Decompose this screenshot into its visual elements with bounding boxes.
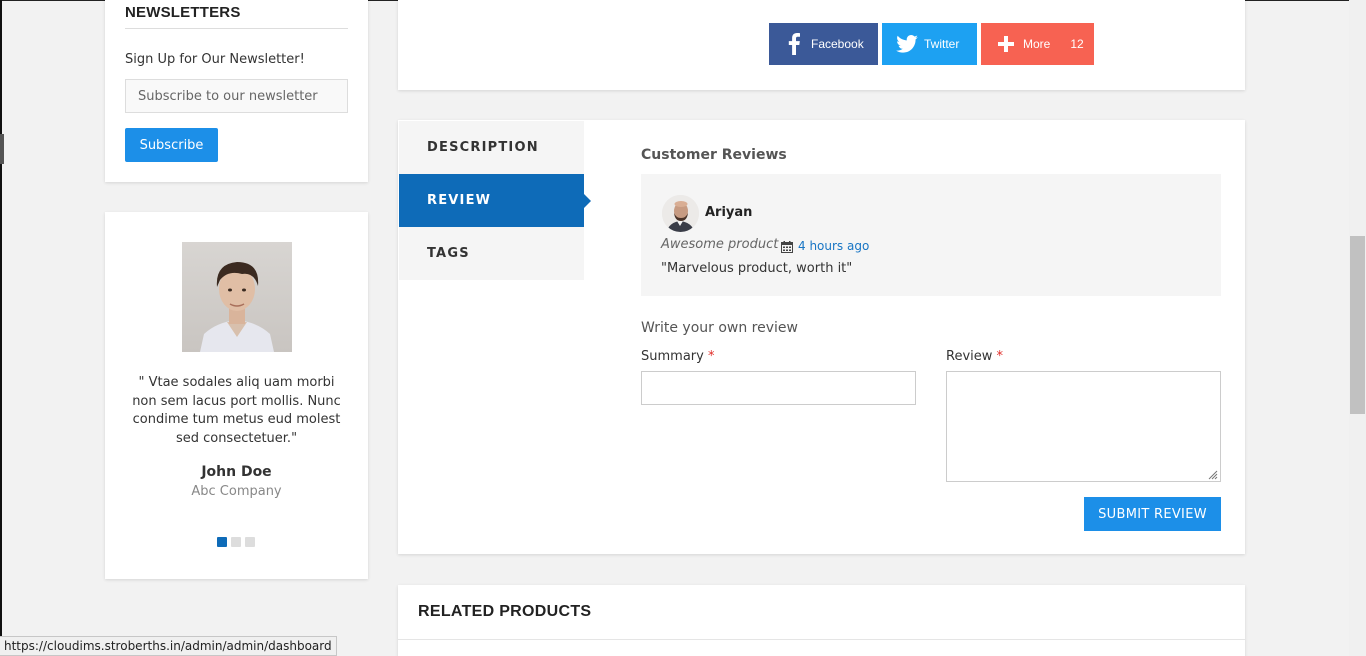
testimonial-block: " Vtae sodales aliq uam morbi non sem la… — [105, 212, 368, 579]
related-divider — [398, 639, 1245, 640]
tab-list: DESCRIPTION REVIEW TAGS — [399, 121, 591, 280]
testimonial-quote: " Vtae sodales aliq uam morbi non sem la… — [132, 375, 341, 446]
more-label: More — [1023, 37, 1051, 51]
review-textarea[interactable] — [946, 371, 1221, 482]
resize-grip-icon[interactable] — [1206, 467, 1218, 485]
pager-dot[interactable] — [245, 537, 255, 547]
reviewer-avatar — [662, 195, 699, 232]
more-share-button[interactable]: More 12 — [981, 23, 1094, 65]
left-edge-handle — [0, 134, 4, 164]
facebook-label: Facebook — [811, 37, 864, 51]
tab-tags[interactable]: TAGS — [399, 227, 584, 280]
link-status-url: https://cloudims.stroberths.in/admin/adm… — [0, 636, 337, 656]
scrollbar-thumb[interactable] — [1350, 236, 1365, 414]
testimonial-company: Abc Company — [191, 484, 282, 499]
newsletter-email-input[interactable] — [125, 79, 348, 113]
facebook-icon — [777, 33, 811, 55]
review-text: "Marvelous product, worth it" — [661, 261, 853, 276]
share-count: 12 — [1070, 37, 1084, 51]
twitter-share-button[interactable]: Twitter — [882, 23, 977, 65]
summary-label: Summary * — [641, 349, 715, 364]
twitter-icon — [890, 35, 924, 53]
facebook-share-button[interactable]: Facebook — [769, 23, 878, 65]
review-summary: Awesome product — [661, 237, 779, 252]
pager-dot[interactable] — [217, 537, 227, 547]
product-tabs: DESCRIPTION REVIEW TAGS Customer Reviews… — [398, 120, 1245, 554]
plus-icon — [989, 36, 1023, 52]
newsletter-block: NEWSLETTERS Sign Up for Our Newsletter! … — [105, 0, 368, 182]
summary-input[interactable] — [641, 371, 916, 405]
tab-review[interactable]: REVIEW — [399, 174, 591, 227]
tab-description[interactable]: DESCRIPTION — [399, 121, 584, 174]
review-author: Ariyan — [705, 205, 753, 220]
pager-dot[interactable] — [231, 537, 241, 547]
newsletter-signup-text: Sign Up for Our Newsletter! — [125, 52, 305, 67]
testimonial-pager — [217, 537, 255, 547]
twitter-label: Twitter — [924, 37, 960, 51]
share-block: Facebook Twitter More 12 — [398, 0, 1245, 90]
review-label: Review * — [946, 349, 1004, 364]
submit-review-button[interactable]: SUBMIT REVIEW — [1084, 497, 1221, 531]
window-left-border — [0, 0, 2, 656]
newsletter-divider — [125, 28, 348, 29]
write-review-title: Write your own review — [641, 320, 798, 336]
related-products-title: RELATED PRODUCTS — [418, 603, 592, 620]
customer-reviews-title: Customer Reviews — [641, 147, 787, 163]
related-products-block: RELATED PRODUCTS — [398, 585, 1245, 656]
calendar-icon — [781, 240, 793, 258]
newsletter-title: NEWSLETTERS — [125, 4, 241, 21]
testimonial-photo — [182, 242, 292, 352]
testimonial-name: John Doe — [201, 464, 272, 480]
subscribe-button[interactable]: Subscribe — [125, 128, 218, 162]
review-time[interactable]: 4 hours ago — [798, 239, 869, 253]
review-item: Ariyan Awesome product 4 hours ago "Marv… — [641, 174, 1221, 296]
